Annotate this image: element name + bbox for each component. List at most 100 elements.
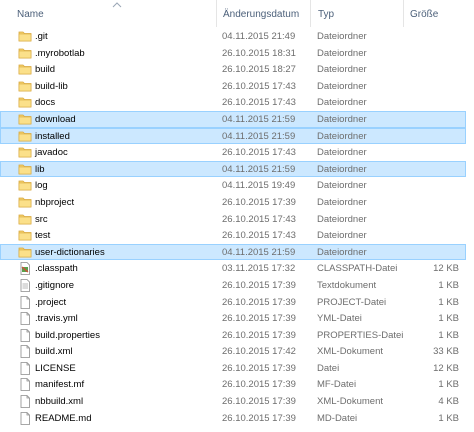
item-date: 04.11.2015 21:59 — [222, 113, 296, 125]
item-type: Dateiordner — [317, 246, 367, 258]
item-date: 04.11.2015 19:49 — [222, 180, 296, 192]
file-row[interactable]: build.properties 26.10.2015 17:39 PROPERTI… — [0, 327, 466, 344]
folder-row[interactable]: javadoc 26.10.2015 17:43 Dateiordner — [0, 144, 466, 161]
item-name[interactable]: LICENSE — [35, 361, 76, 376]
item-type: Dateiordner — [317, 213, 367, 225]
file-row[interactable]: .classpath 03.11.2015 17:32 CLASSPATH-Date… — [0, 260, 466, 277]
item-date: 26.10.2015 17:39 — [222, 279, 296, 291]
folder-row[interactable]: build 26.10.2015 18:27 Dateiordner — [0, 61, 466, 78]
column-divider[interactable] — [403, 0, 404, 27]
folder-row[interactable]: log 04.11.2015 19:49 Dateiordner — [0, 177, 466, 194]
item-date: 26.10.2015 17:39 — [222, 296, 296, 308]
folder-row[interactable]: installed 04.11.2015 21:59 Dateiordner — [0, 127, 466, 145]
item-size: 33 KB — [433, 346, 459, 358]
folder-icon — [18, 178, 32, 193]
file-icon — [18, 344, 32, 359]
file-icon — [18, 361, 32, 376]
item-type: Textdokument — [317, 279, 377, 291]
folder-row[interactable]: lib 04.11.2015 21:59 Dateiordner — [0, 160, 466, 178]
folder-row[interactable]: nbproject 26.10.2015 17:39 Dateiordner — [0, 194, 466, 211]
file-list: .git 04.11.2015 21:49 Dateiordner .myrobotl… — [0, 28, 474, 426]
file-row[interactable]: README.md 26.10.2015 17:39 MD-Datei 1 KB — [0, 410, 466, 427]
item-name[interactable]: src — [35, 212, 48, 227]
item-type: Dateiordner — [317, 163, 367, 175]
item-name[interactable]: docs — [35, 95, 55, 110]
item-name[interactable]: manifest.mf — [35, 377, 84, 392]
file-row[interactable]: nbbuild.xml 26.10.2015 17:39 XML-Dokument 4… — [0, 393, 466, 410]
folder-icon — [18, 112, 32, 127]
column-date[interactable]: Änderungsdatum — [223, 0, 299, 27]
item-name[interactable]: README.md — [35, 411, 91, 426]
item-date: 26.10.2015 17:42 — [222, 346, 296, 358]
column-name[interactable]: Name — [17, 0, 44, 27]
item-name[interactable]: download — [35, 112, 76, 127]
item-name[interactable]: build — [35, 62, 55, 77]
item-date: 26.10.2015 17:43 — [222, 80, 296, 92]
folder-row[interactable]: user-dictionaries 04.11.2015 21:59 Dateior… — [0, 243, 466, 261]
column-type[interactable]: Typ — [318, 0, 334, 27]
item-type: XML-Dokument — [317, 346, 383, 358]
item-date: 26.10.2015 17:43 — [222, 97, 296, 109]
folder-icon — [18, 46, 32, 61]
item-name[interactable]: build.properties — [35, 328, 100, 343]
item-name[interactable]: .git — [35, 29, 48, 44]
file-row[interactable]: manifest.mf 26.10.2015 17:39 MF-Datei 1 KB — [0, 376, 466, 393]
classpath-file-icon — [18, 261, 32, 276]
folder-row[interactable]: src 26.10.2015 17:43 Dateiordner — [0, 211, 466, 228]
item-size: 1 KB — [438, 313, 459, 325]
item-type: Dateiordner — [317, 196, 367, 208]
column-divider[interactable] — [216, 0, 217, 27]
folder-row[interactable]: test 26.10.2015 17:43 Dateiordner — [0, 227, 466, 244]
item-name[interactable]: nbproject — [35, 195, 74, 210]
folder-row[interactable]: .myrobotlab 26.10.2015 18:31 Dateiordner — [0, 45, 466, 62]
item-name[interactable]: user-dictionaries — [35, 245, 105, 260]
item-type: MF-Datei — [317, 379, 357, 391]
file-row[interactable]: LICENSE 26.10.2015 17:39 Datei 12 KB — [0, 360, 466, 377]
item-name[interactable]: .gitignore — [35, 278, 74, 293]
item-name[interactable]: test — [35, 228, 50, 243]
item-name[interactable]: .travis.yml — [35, 311, 78, 326]
item-name[interactable]: nbbuild.xml — [35, 394, 83, 409]
item-name[interactable]: javadoc — [35, 145, 68, 160]
item-type: PROPERTIES-Datei — [317, 329, 404, 341]
item-date: 26.10.2015 18:31 — [222, 47, 296, 59]
item-name[interactable]: installed — [35, 129, 70, 144]
item-type: Dateiordner — [317, 230, 367, 242]
folder-row[interactable]: build-lib 26.10.2015 17:43 Dateiordner — [0, 78, 466, 95]
item-size: 1 KB — [438, 329, 459, 341]
item-name[interactable]: .classpath — [35, 261, 78, 276]
file-icon — [18, 295, 32, 310]
item-type: MD-Datei — [317, 412, 358, 424]
item-type: Dateiordner — [317, 64, 367, 76]
column-size[interactable]: Größe — [410, 0, 438, 27]
file-row[interactable]: build.xml 26.10.2015 17:42 XML-Dokument 33 … — [0, 343, 466, 360]
folder-icon — [18, 129, 32, 144]
folder-icon — [18, 145, 32, 160]
item-name[interactable]: log — [35, 178, 48, 193]
text-file-icon — [18, 278, 32, 293]
item-date: 04.11.2015 21:49 — [222, 31, 296, 42]
folder-icon — [18, 79, 32, 94]
item-type: Dateiordner — [317, 180, 367, 192]
item-size: 1 KB — [438, 279, 459, 291]
item-name[interactable]: .myrobotlab — [35, 46, 85, 61]
item-date: 26.10.2015 17:39 — [222, 362, 296, 374]
item-type: XML-Dokument — [317, 396, 383, 408]
file-row[interactable]: .gitignore 26.10.2015 17:39 Textdokument 1 … — [0, 277, 466, 294]
column-divider[interactable] — [310, 0, 311, 27]
item-size: 12 KB — [433, 362, 459, 374]
file-row[interactable]: .travis.yml 26.10.2015 17:39 YML-Datei 1 KB — [0, 310, 466, 327]
folder-row[interactable]: docs 26.10.2015 17:43 Dateiordner — [0, 94, 466, 111]
item-name[interactable]: lib — [35, 162, 45, 177]
item-name[interactable]: build.xml — [35, 344, 73, 359]
folder-row[interactable]: .git 04.11.2015 21:49 Dateiordner — [0, 28, 466, 45]
item-date: 26.10.2015 17:39 — [222, 196, 296, 208]
item-type: Dateiordner — [317, 97, 367, 109]
folder-row[interactable]: download 04.11.2015 21:59 Dateiordner — [0, 110, 466, 128]
item-name[interactable]: build-lib — [35, 79, 68, 94]
file-row[interactable]: .project 26.10.2015 17:39 PROJECT-Datei 1 K… — [0, 294, 466, 311]
item-name[interactable]: .project — [35, 295, 66, 310]
item-size: 4 KB — [438, 396, 459, 408]
column-header: Name Änderungsdatum Typ Größe — [0, 0, 474, 27]
file-icon — [18, 311, 32, 326]
